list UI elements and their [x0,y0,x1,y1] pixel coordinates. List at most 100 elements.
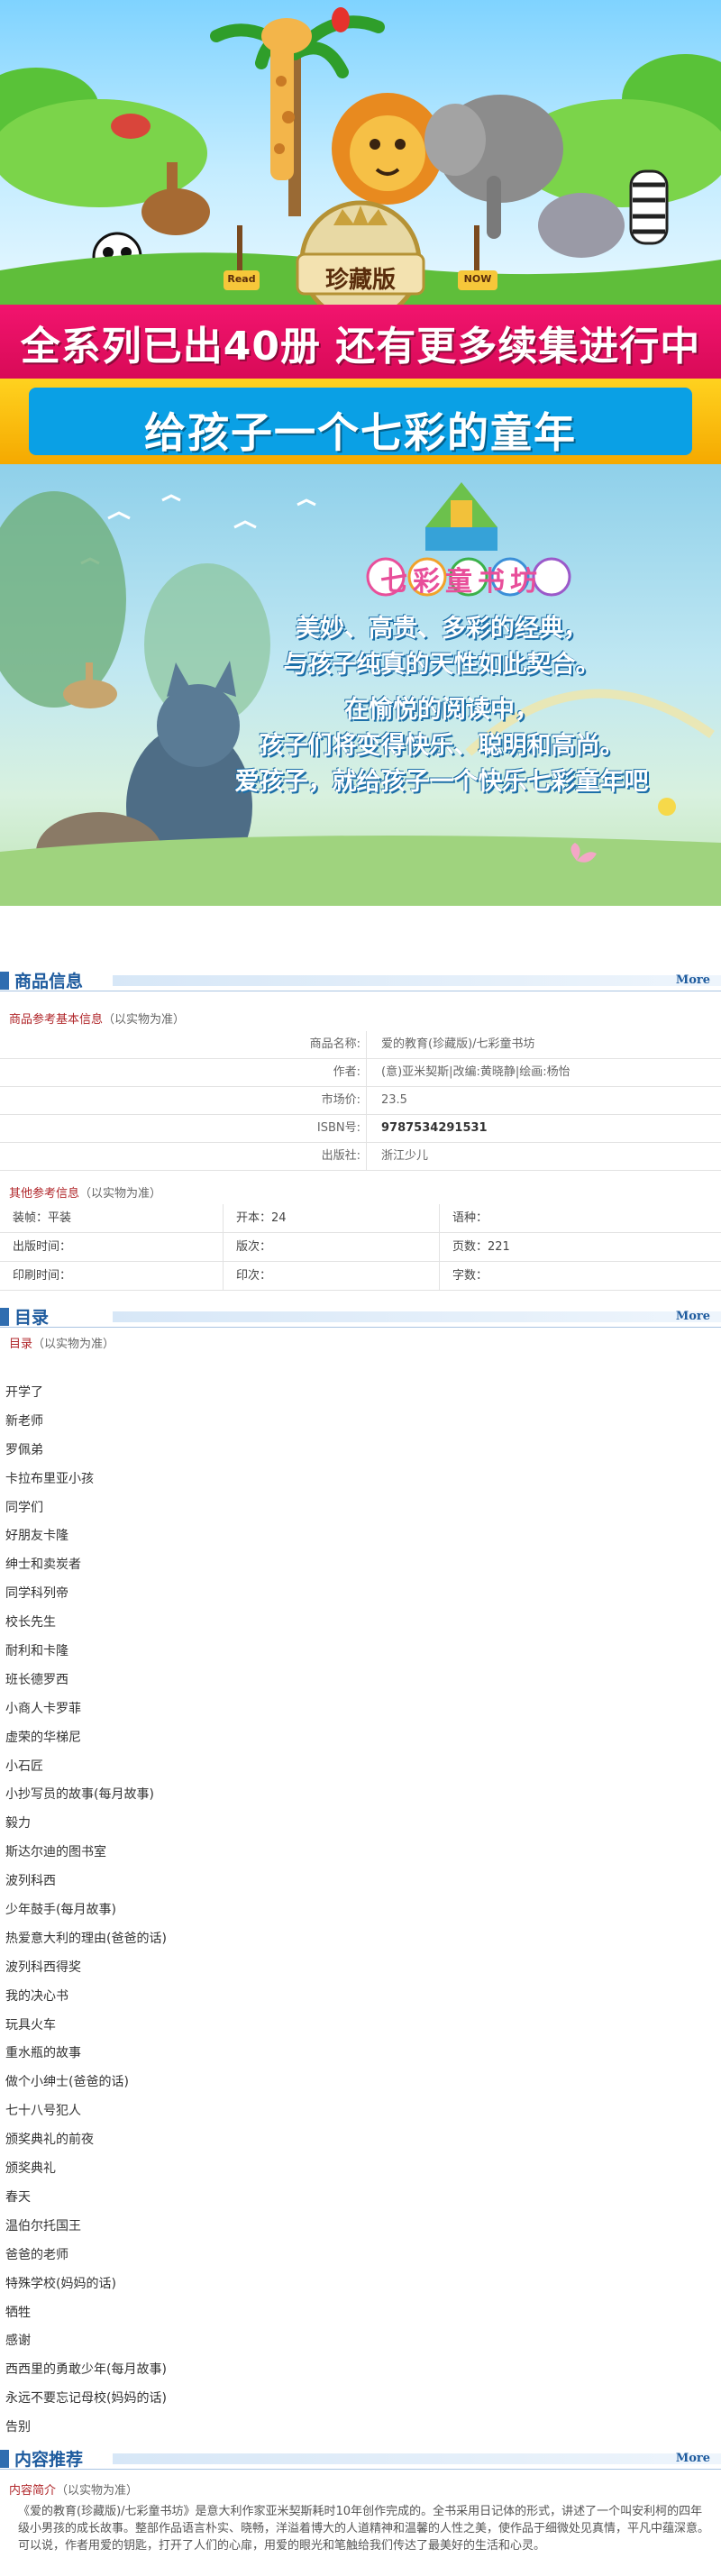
subtitle-note: （以实物为准） [56,2484,139,2498]
toc-item: 重水瓶的故事 [5,2046,81,2061]
header-rule [113,1311,721,1322]
toc-item: 波列科西得奖 [5,1959,81,1975]
toc-item: 班长德罗西 [5,1672,68,1687]
toc-item: 罗佩弟 [5,1442,43,1457]
subtitle-note: （以实物为准） [103,1013,186,1027]
table-cell: 版次： [224,1233,440,1261]
toc-item: 小抄写员的故事(每月故事) [5,1787,154,1803]
toc-item: 热爱意大利的理由(爸爸的话) [5,1931,167,1946]
table-row: 商品名称: 爱的教育(珍藏版)/七彩童书坊 [0,1031,721,1059]
header-rule [113,975,721,986]
more-link[interactable]: More [676,1310,710,1323]
toc-item: 颁奖典礼 [5,2161,56,2177]
now-sign: NOW [463,273,492,285]
divider [0,1327,721,1328]
table-cell: 语种： [452,1211,488,1225]
basic-info-table: 商品名称: 爱的教育(珍藏版)/七彩童书坊 作者: (意)亚米契斯|改编:黄晓静… [0,1031,721,1171]
toc-item: 虚荣的华梯尼 [5,1730,81,1745]
book-introduction: 《爱的教育(珍藏版)/七彩童书坊》是意大利作家亚米契斯耗时10年创作完成的。全书… [18,2505,710,2553]
subtitle-text: 其他参考信息 [9,1187,80,1201]
toc-item: 永远不要忘记母校(妈妈的话) [5,2391,167,2407]
toc-subtitle: 目录（以实物为准） [9,1334,114,1351]
read-sign: Read [227,273,256,285]
tagline-strip: 给孩子一个七彩的童年 [0,379,721,464]
toc-item: 新老师 [5,1413,43,1429]
toc-item: 玩具火车 [5,2017,56,2032]
forest-scene: 七彩童书坊 美妙、高贵、多彩的经典， 与孩子纯真的天性如此契合。 在愉悦的阅读中… [0,464,721,906]
toc-item: 七十八号犯人 [5,2104,81,2119]
subtitle-note: （以实物为准） [32,1338,115,1351]
other-info-table: 装帧：平装 开本：24 语种： 出版时间： 版次： 页数：221 印刷时间： 印… [0,1204,721,1291]
row-label: 商品名称: [309,1037,360,1051]
section-title: 内容推荐 [14,2450,84,2470]
more-link[interactable]: More [676,973,710,987]
row-label: 出版社: [321,1149,360,1163]
toc-item: 做个小绅士(爸爸的话) [5,2075,129,2090]
toc-item: 波列科西 [5,1874,56,1889]
section-marker-icon [0,972,9,990]
row-value: 浙江少儿 [366,1143,721,1170]
toc-item: 我的决心书 [5,1988,68,2004]
other-info-subtitle: 其他参考信息（以实物为准） [9,1183,161,1201]
header-rule [113,2453,721,2464]
toc-item: 少年鼓手(每月故事) [5,1903,116,1918]
toc-item: 告别 [5,2420,31,2435]
table-row: 印刷时间： 印次： 字数： [0,1262,721,1291]
toc-item: 小石匠 [5,1758,43,1774]
toc-item: 毅力 [5,1816,31,1832]
brand-name: 七彩童书坊 [380,566,543,598]
toc-item: 小商人卡罗菲 [5,1701,81,1716]
series-headline: 全系列已出40册 还有更多续集进行中 [20,324,701,370]
row-label: 作者: [333,1065,360,1079]
toc-item: 西西里的勇敢少年(每月故事) [5,2362,167,2378]
toc-item: 同学们 [5,1500,43,1515]
toc-item: 颁奖典礼的前夜 [5,2133,94,2148]
table-cell: 装帧：平装 [0,1204,224,1232]
animals-artwork [0,7,721,306]
basic-info-subtitle: 商品参考基本信息（以实物为准） [9,1009,185,1027]
tagline: 给孩子一个七彩的童年 [144,408,577,457]
section-title: 目录 [14,1308,50,1328]
toc-item: 卡拉布里亚小孩 [5,1471,94,1486]
row-value: 9787534291531 [366,1115,721,1142]
more-link[interactable]: More [676,2452,710,2465]
subtitle-note: （以实物为准） [79,1187,162,1201]
subtitle-text: 内容简介 [9,2484,57,2498]
slogan-line-1: 美妙、高贵、多彩的经典， [296,615,588,643]
table-cell: 页数：221 [452,1240,510,1254]
section-marker-icon [0,2450,9,2468]
row-value: (意)亚米契斯|改编:黄晓静|绘画:杨怡 [366,1059,721,1086]
table-cell: 字数： [452,1269,488,1283]
slogan-line-3: 在愉悦的阅读中， [344,696,539,724]
forest-artwork [0,482,721,906]
table-of-contents: 开学了 新老师 罗佩弟 卡拉布里亚小孩 同学们 好朋友卡隆 绅士和卖炭者 同学科列帝 校长先生耐… [5,1379,708,2443]
toc-item: 牺牲 [5,2305,31,2320]
table-cell: 出版时间： [0,1233,224,1261]
product-info-header: 商品信息 More [0,964,721,991]
intro-subtitle: 内容简介（以实物为准） [9,2480,138,2498]
toc-item: 好朋友卡隆 [5,1529,68,1544]
toc-header: 目录 More [0,1301,721,1328]
section-marker-icon [0,1308,9,1326]
table-row: 出版社: 浙江少儿 [0,1143,721,1171]
slogan-line-4: 孩子们将变得快乐、聪明和高尚。 [259,732,625,760]
toc-item: 爸爸的老师 [5,2247,68,2262]
row-value: 爱的教育(珍藏版)/七彩童书坊 [366,1031,721,1058]
table-cell: 印次： [224,1262,440,1290]
toc-item: 特殊学校(妈妈的话) [5,2276,116,2291]
toc-item: 感谢 [5,2334,31,2349]
toc-item: 绅士和卖炭者 [5,1557,81,1573]
toc-item: 温伯尔托国王 [5,2218,81,2233]
table-row: 出版时间： 版次： 页数：221 [0,1233,721,1262]
row-value: 23.5 [366,1087,721,1114]
promo-banner: 珍藏版 Read NOW 全系列已出40册 还有更多续集进行中 给孩子一个七彩的… [0,0,721,906]
table-cell: 开本：24 [224,1204,440,1232]
tagline-panel: 给孩子一个七彩的童年 [29,388,692,457]
section-title: 商品信息 [14,972,84,991]
slogan-line-2: 与孩子纯真的天性如此契合。 [283,651,600,679]
badge-label: 珍藏版 [324,267,396,294]
row-label: ISBN号: [316,1121,360,1135]
row-label: 市场价: [321,1093,360,1107]
toc-item: 春天 [5,2189,31,2205]
animal-illustration: 珍藏版 Read NOW [0,0,721,306]
